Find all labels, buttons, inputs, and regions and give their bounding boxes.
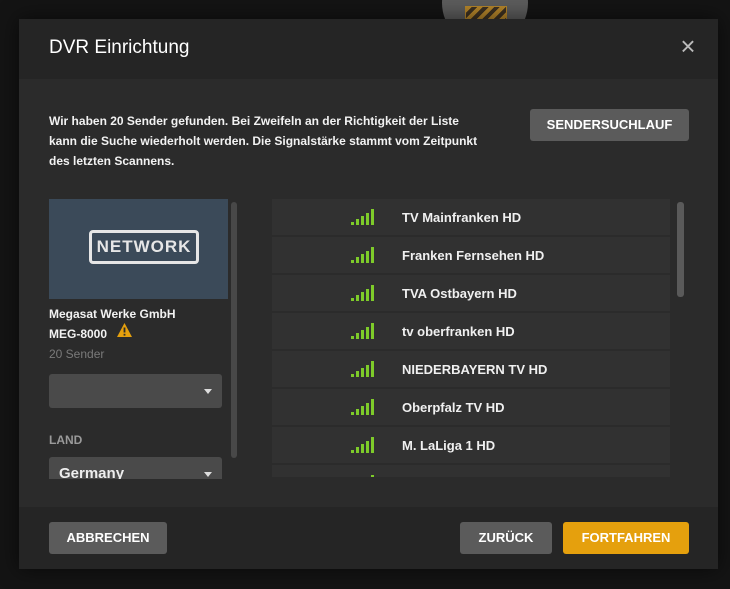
channel-list-scrollbar[interactable]: [677, 202, 684, 297]
device-name: Megasat Werke GmbH: [49, 307, 176, 321]
signal-strength-icon: [351, 361, 374, 377]
back-button[interactable]: ZURÜCK: [460, 522, 552, 554]
channel-name: TV Mainfranken HD: [402, 210, 522, 225]
land-label: LAND: [49, 433, 83, 447]
channel-name: TVA Ostbayern HD: [402, 286, 517, 301]
signal-strength-icon: [371, 475, 374, 477]
channel-row[interactable]: tv oberfranken HD: [272, 313, 670, 349]
signal-strength-icon: [351, 399, 374, 415]
channel-row[interactable]: M. LaLiga 1 HD: [272, 427, 670, 463]
channel-row[interactable]: Franken Fernsehen HD: [272, 237, 670, 273]
country-select-value: Germany: [59, 465, 125, 479]
country-select[interactable]: Germany: [49, 457, 222, 479]
channel-row[interactable]: Oberpfalz TV HD: [272, 389, 670, 425]
background-warning-stripe: [465, 6, 507, 20]
channel-name: Franken Fernsehen HD: [402, 248, 545, 263]
signal-strength-icon: [351, 247, 374, 263]
signal-strength-icon: [351, 209, 374, 225]
channel-list: TV Mainfranken HD Franken Fernsehen HD TVA…: [272, 199, 670, 477]
device-panel: NETWORK Megasat Werke GmbH MEG-8000 20 S…: [49, 199, 239, 479]
device-panel-scrollbar[interactable]: [231, 202, 237, 458]
device-model: MEG-8000: [49, 327, 108, 341]
signal-strength-icon: [351, 323, 374, 339]
intro-text: Wir haben 20 Sender gefunden. Bei Zweife…: [49, 114, 478, 168]
network-badge: NETWORK: [89, 230, 199, 264]
device-channel-count: 20 Sender: [49, 347, 105, 361]
signal-strength-icon: [351, 285, 374, 301]
continue-button[interactable]: FORTFAHREN: [563, 522, 689, 554]
chevron-down-icon: [204, 389, 212, 394]
close-icon[interactable]: ×: [676, 33, 700, 59]
channel-name: M. LaLiga 1 HD: [402, 438, 496, 453]
cancel-button[interactable]: ABBRECHEN: [49, 522, 167, 554]
channel-scan-button[interactable]: SENDERSUCHLAUF: [530, 109, 689, 141]
channel-name: tv oberfranken HD: [402, 324, 515, 339]
tuner-select[interactable]: [49, 374, 222, 408]
channel-row[interactable]: [272, 465, 670, 477]
dialog-header: DVR Einrichtung ×: [19, 19, 718, 79]
warning-icon[interactable]: [116, 322, 133, 338]
channel-row[interactable]: TV Mainfranken HD: [272, 199, 670, 235]
channel-row[interactable]: NIEDERBAYERN TV HD: [272, 351, 670, 387]
chevron-down-icon: [204, 472, 212, 477]
channel-name: NIEDERBAYERN TV HD: [402, 362, 548, 377]
dialog-footer: ABBRECHEN ZURÜCK FORTFAHREN: [19, 507, 718, 569]
dialog-title: DVR Einrichtung: [49, 37, 190, 58]
dvr-setup-dialog: DVR Einrichtung × Wir haben 20 Sender ge…: [19, 19, 718, 569]
signal-strength-icon: [351, 437, 374, 453]
channel-row[interactable]: TVA Ostbayern HD: [272, 275, 670, 311]
device-card[interactable]: NETWORK: [49, 199, 228, 299]
channel-name: Oberpfalz TV HD: [402, 400, 505, 415]
